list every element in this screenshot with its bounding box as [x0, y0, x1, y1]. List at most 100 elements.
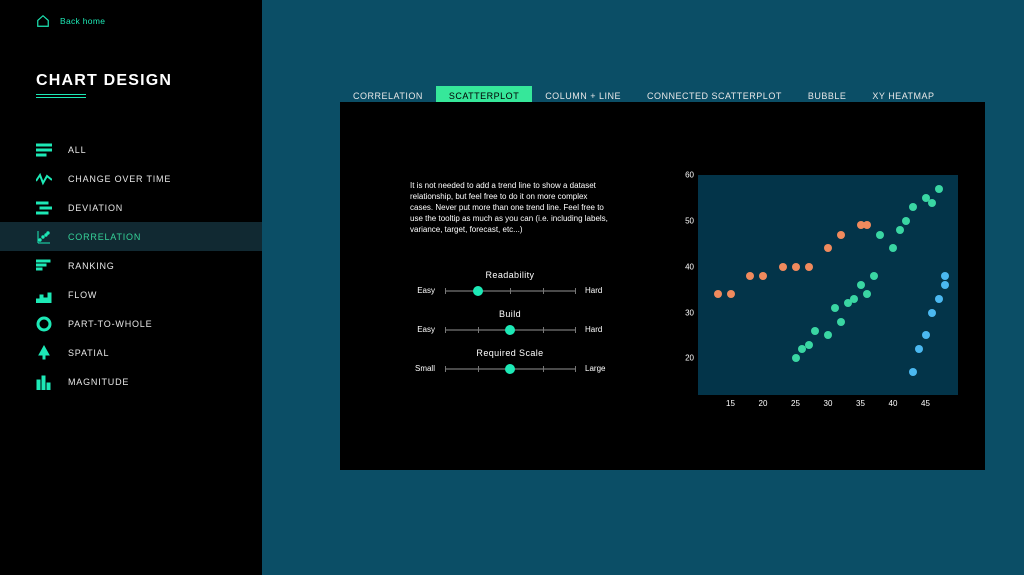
scatter-icon: [36, 229, 54, 245]
back-home-link[interactable]: Back home: [36, 14, 105, 28]
flow-icon: [36, 287, 54, 303]
page-title: CHART DESIGN: [36, 72, 172, 90]
y-tick: 40: [678, 262, 694, 271]
data-point: [909, 203, 917, 211]
data-point: [779, 263, 787, 271]
attribute-label: Required Scale: [390, 348, 630, 358]
attribute-max-label: Hard: [585, 325, 613, 334]
y-tick: 30: [678, 308, 694, 317]
pulse-icon: [36, 171, 54, 187]
data-point: [876, 231, 884, 239]
attribute-min-label: Small: [407, 364, 435, 373]
data-point: [805, 263, 813, 271]
sidebar-item-part-to-whole[interactable]: PART-TO-WHOLE: [0, 309, 262, 338]
sidebar-item-label: PART-TO-WHOLE: [68, 319, 152, 329]
attribute-max-label: Large: [585, 364, 613, 373]
title-underline-icon: [36, 94, 86, 98]
y-tick: 60: [678, 171, 694, 180]
data-point: [837, 318, 845, 326]
data-point: [824, 244, 832, 252]
sidebar-item-label: DEVIATION: [68, 203, 123, 213]
step-icon: [36, 200, 54, 216]
attributes-block: ReadabilityEasyHardBuildEasyHardRequired…: [390, 270, 630, 387]
data-point: [870, 272, 878, 280]
x-tick: 15: [721, 399, 741, 408]
slider-track[interactable]: [445, 290, 575, 292]
donut-icon: [36, 316, 54, 332]
x-tick: 40: [883, 399, 903, 408]
x-tick: 20: [753, 399, 773, 408]
slider-handle[interactable]: [505, 364, 515, 374]
data-point: [714, 290, 722, 298]
sidebar-item-spatial[interactable]: SPATIAL: [0, 338, 262, 367]
x-tick: 25: [786, 399, 806, 408]
sidebar-item-label: RANKING: [68, 261, 115, 271]
sidebar-item-label: CHANGE OVER TIME: [68, 174, 171, 184]
description-text: It is not needed to add a trend line to …: [410, 180, 610, 235]
data-point: [857, 281, 865, 289]
ranked-bars-icon: [36, 258, 54, 274]
sidebar-item-ranking[interactable]: RANKING: [0, 251, 262, 280]
data-point: [889, 244, 897, 252]
sidebar-item-correlation[interactable]: CORRELATION: [0, 222, 262, 251]
y-tick: 20: [678, 354, 694, 363]
data-point: [727, 290, 735, 298]
data-point: [896, 226, 904, 234]
plot-area: [698, 175, 958, 395]
sidebar-item-label: MAGNITUDE: [68, 377, 129, 387]
data-point: [909, 368, 917, 376]
x-tick: 30: [818, 399, 838, 408]
sidebar-item-label: SPATIAL: [68, 348, 109, 358]
attribute-label: Readability: [390, 270, 630, 280]
nav-list: ALL CHANGE OVER TIME DEVIATION CORRELATION R…: [0, 135, 262, 396]
sidebar-item-all[interactable]: ALL: [0, 135, 262, 164]
tree-icon: [36, 345, 54, 361]
attribute-min-label: Easy: [407, 325, 435, 334]
sidebar-item-magnitude[interactable]: MAGNITUDE: [0, 367, 262, 396]
data-point: [935, 185, 943, 193]
data-point: [915, 345, 923, 353]
three-lines-icon: [36, 142, 54, 158]
back-home-label: Back home: [60, 16, 105, 26]
data-point: [941, 272, 949, 280]
data-point: [928, 309, 936, 317]
data-point: [935, 295, 943, 303]
data-point: [831, 304, 839, 312]
attribute-min-label: Easy: [407, 286, 435, 295]
data-point: [824, 331, 832, 339]
x-tick: 45: [916, 399, 936, 408]
data-point: [941, 281, 949, 289]
x-tick: 35: [851, 399, 871, 408]
slider-track[interactable]: [445, 329, 575, 331]
sidebar-item-flow[interactable]: FLOW: [0, 280, 262, 309]
data-point: [902, 217, 910, 225]
slider-handle[interactable]: [505, 325, 515, 335]
sidebar-item-change-over-time[interactable]: CHANGE OVER TIME: [0, 164, 262, 193]
sidebar-item-deviation[interactable]: DEVIATION: [0, 193, 262, 222]
attribute-readability: Readability Easy Hard: [390, 270, 630, 295]
data-point: [863, 221, 871, 229]
slider-track[interactable]: [445, 368, 575, 370]
content-panel: It is not needed to add a trend line to …: [340, 102, 985, 470]
sidebar-item-label: FLOW: [68, 290, 97, 300]
data-point: [850, 295, 858, 303]
data-point: [863, 290, 871, 298]
magnitude-bars-icon: [36, 374, 54, 390]
slider-handle[interactable]: [473, 286, 483, 296]
data-point: [811, 327, 819, 335]
data-point: [792, 354, 800, 362]
scatter-chart: 203040506015202530354045: [678, 175, 958, 415]
data-point: [922, 331, 930, 339]
data-point: [805, 341, 813, 349]
home-icon: [36, 14, 50, 28]
attribute-required-scale: Required Scale Small Large: [390, 348, 630, 373]
sidebar-item-label: CORRELATION: [68, 232, 141, 242]
data-point: [746, 272, 754, 280]
attribute-max-label: Hard: [585, 286, 613, 295]
data-point: [837, 231, 845, 239]
sidebar: Back home CHART DESIGN ALL CHANGE OVER TI…: [0, 0, 262, 575]
attribute-build: BuildEasyHard: [390, 309, 630, 334]
sidebar-item-label: ALL: [68, 145, 86, 155]
data-point: [759, 272, 767, 280]
data-point: [792, 263, 800, 271]
